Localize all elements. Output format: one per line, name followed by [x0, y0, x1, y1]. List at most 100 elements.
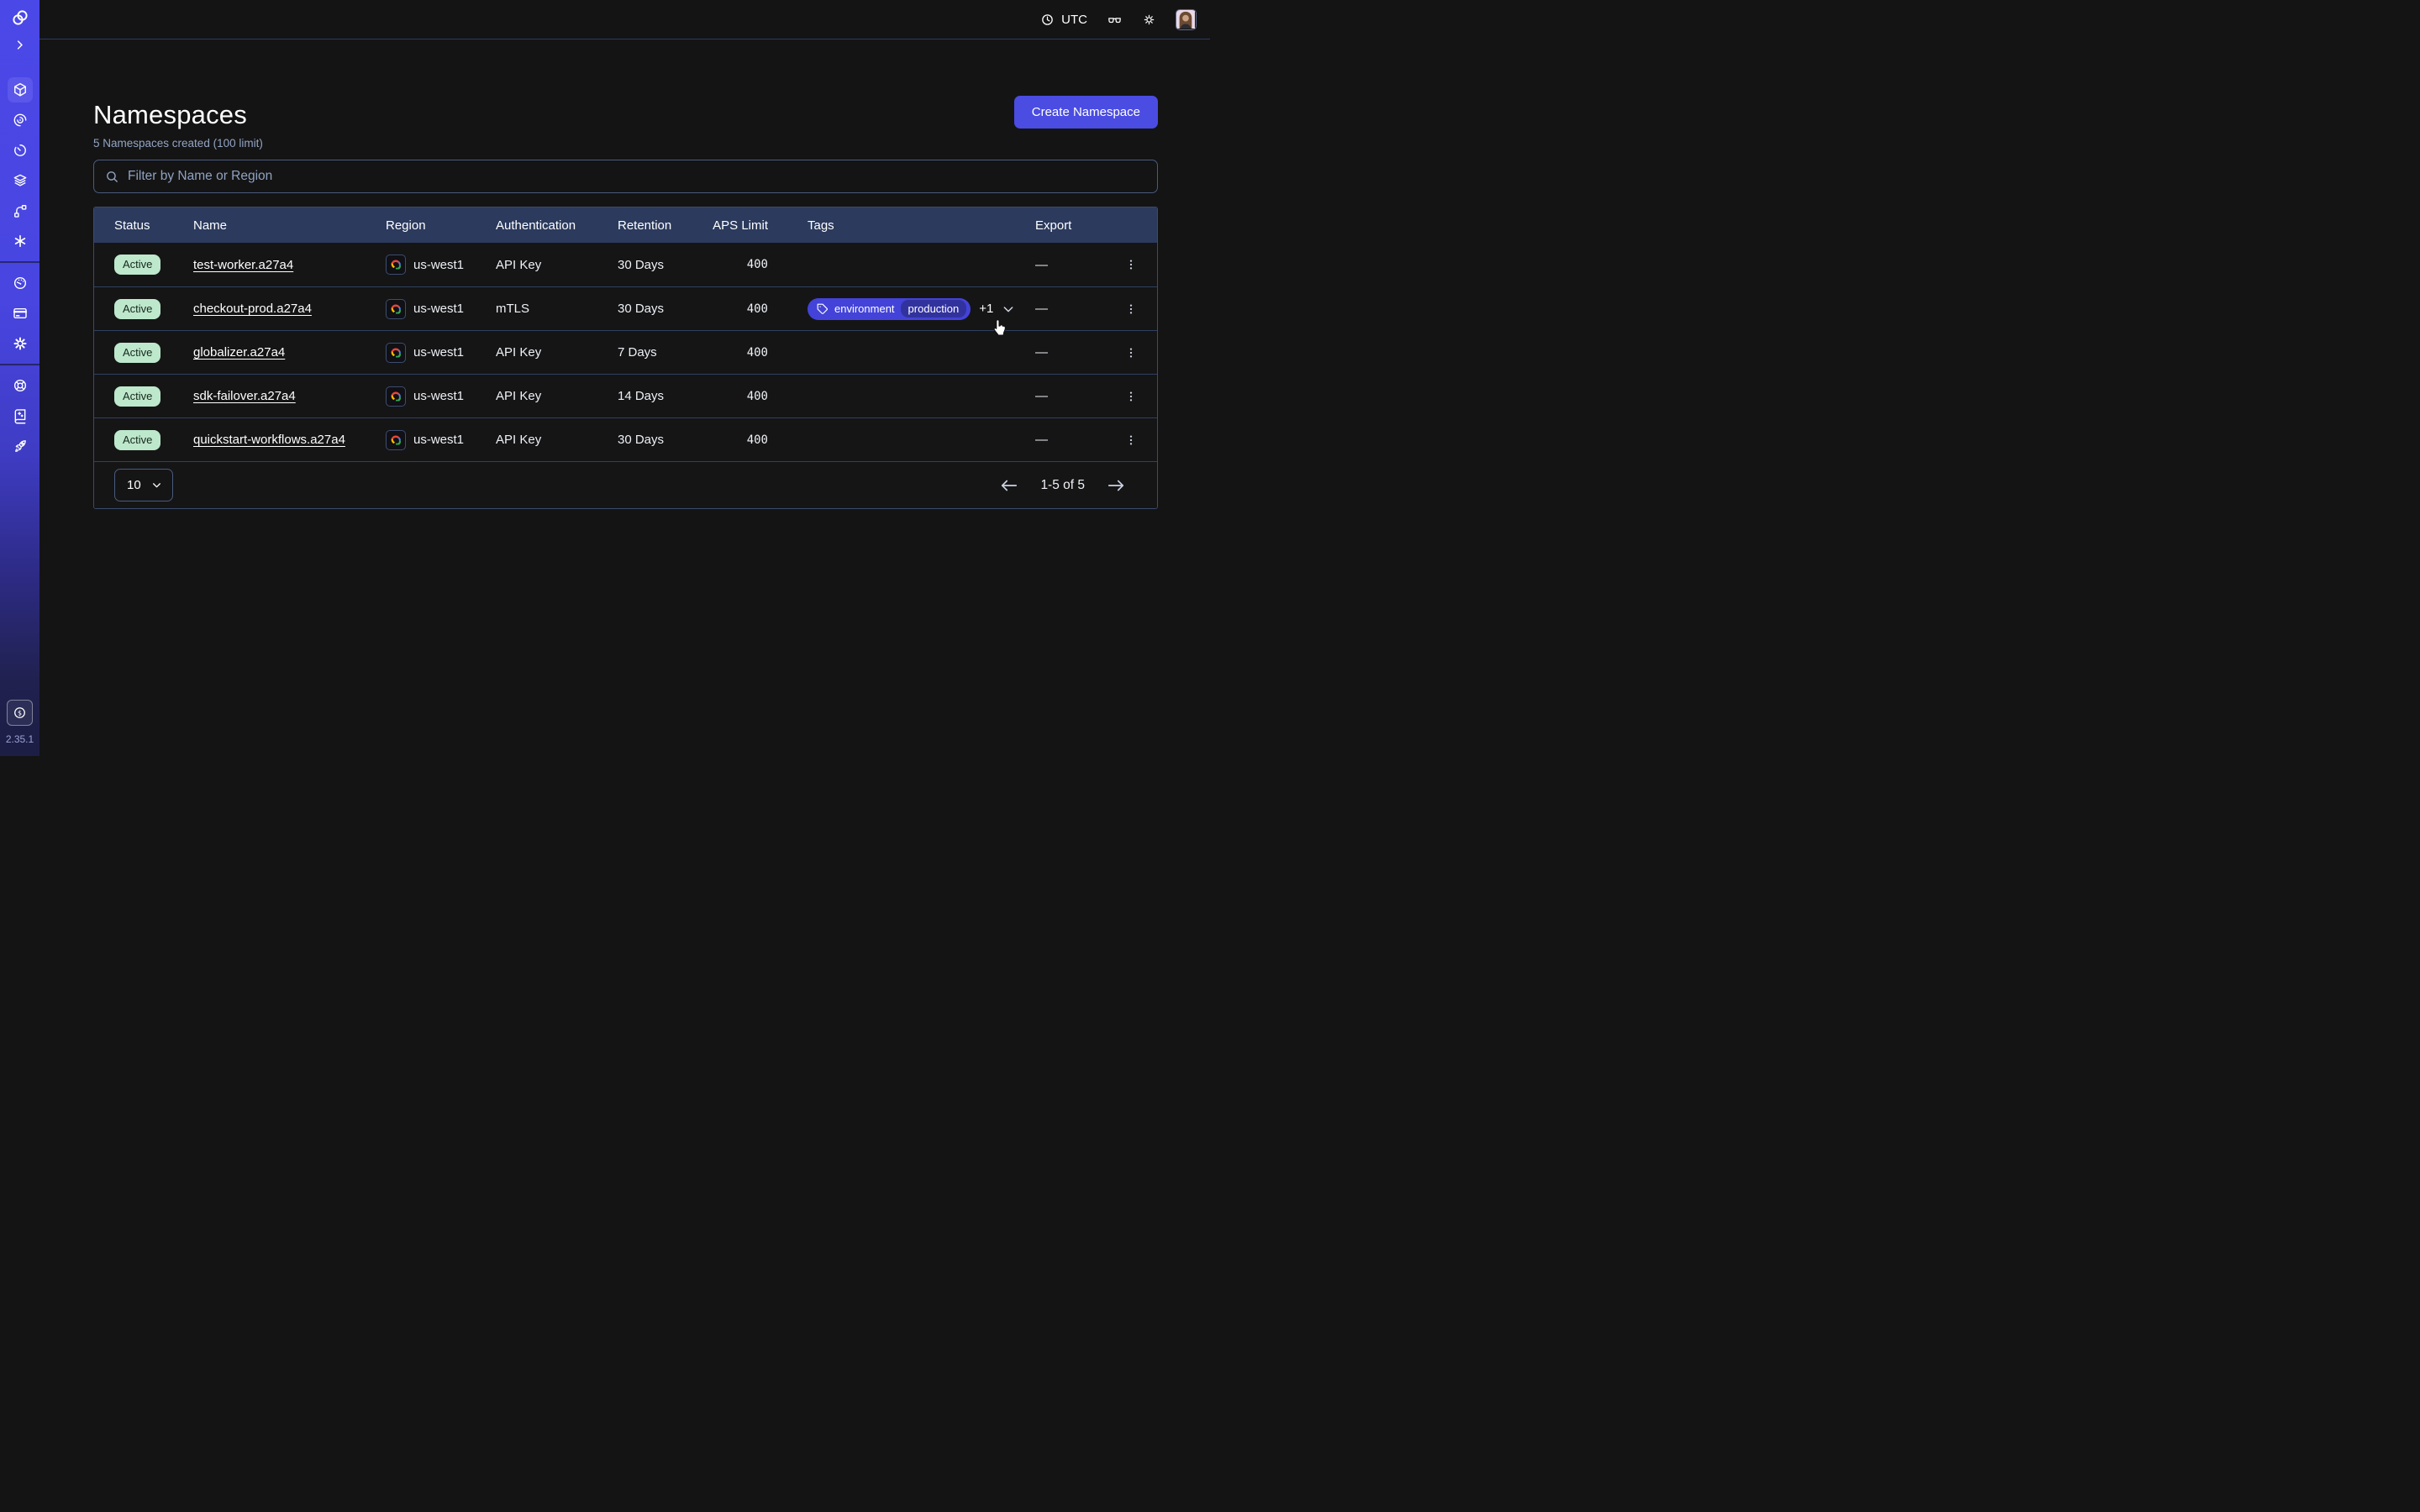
row-menu-button[interactable]	[1114, 433, 1148, 448]
region-label: us-west1	[413, 433, 464, 447]
tag-value: production	[901, 300, 967, 318]
col-status: Status	[114, 218, 193, 233]
aps-limit-cell: 400	[713, 390, 778, 403]
retention-cell: 7 Days	[618, 345, 713, 360]
tags-group: environment production +1	[808, 298, 1015, 320]
sidebar-expand-button[interactable]	[0, 29, 39, 60]
status-cell: Active	[114, 343, 193, 363]
sidebar-item-docs[interactable]	[0, 401, 39, 431]
sidebar-divider	[0, 364, 39, 365]
timezone-selector[interactable]: UTC	[1040, 13, 1087, 27]
export-cell: —	[1035, 389, 1114, 403]
arrow-right-icon	[1107, 478, 1125, 493]
export-cell: —	[1035, 258, 1114, 272]
region-label: us-west1	[413, 302, 464, 316]
svg-text:$: $	[18, 709, 22, 717]
aps-limit-cell: 400	[713, 302, 778, 316]
next-page-button[interactable]	[1107, 478, 1125, 493]
namespace-link[interactable]: globalizer.a27a4	[193, 345, 285, 360]
sidebar-item-support[interactable]	[0, 370, 39, 401]
aps-limit-cell: 400	[713, 433, 778, 447]
sidebar-item-schedules[interactable]	[0, 135, 39, 165]
page-size-select[interactable]: 10	[114, 469, 173, 501]
retention-cell: 30 Days	[618, 433, 713, 447]
row-menu-button[interactable]	[1114, 345, 1148, 360]
table-row: Active sdk-failover.a27a4 us-west1 API K…	[94, 374, 1157, 417]
gcp-logo-icon	[386, 386, 406, 407]
status-badge: Active	[114, 343, 160, 363]
region-cell: us-west1	[386, 343, 496, 363]
region-cell: us-west1	[386, 299, 496, 319]
export-cell: —	[1035, 345, 1114, 360]
sidebar-divider	[0, 261, 39, 263]
retention-cell: 14 Days	[618, 389, 713, 403]
page-range-label: 1-5 of 5	[1040, 478, 1085, 493]
previous-page-button[interactable]	[1000, 478, 1018, 493]
kebab-icon	[1124, 389, 1138, 404]
badge-dollar-icon: $	[12, 705, 28, 721]
row-menu-button[interactable]	[1114, 302, 1148, 317]
row-menu-button[interactable]	[1114, 389, 1148, 404]
gcp-logo-icon	[386, 299, 406, 319]
sidebar-item-deployments[interactable]	[0, 165, 39, 196]
tag-key: environment	[834, 302, 895, 315]
chevron-down-icon[interactable]	[1002, 302, 1015, 316]
kebab-icon	[1124, 433, 1138, 448]
sidebar-item-usage[interactable]	[0, 268, 39, 298]
sidebar-item-namespaces[interactable]	[0, 75, 39, 105]
temporal-logo[interactable]	[0, 3, 39, 33]
status-badge: Active	[114, 255, 160, 275]
col-name: Name	[193, 218, 386, 233]
sun-icon[interactable]	[1142, 13, 1156, 27]
auth-cell: API Key	[496, 433, 618, 447]
tag-chip[interactable]: environment production	[808, 298, 971, 320]
clock-icon	[1040, 13, 1055, 27]
sidebar-item-spiral[interactable]	[0, 105, 39, 135]
glasses-icon[interactable]	[1107, 12, 1123, 28]
sidebar-item-getting-started[interactable]	[0, 431, 39, 461]
timezone-label: UTC	[1061, 13, 1087, 27]
credit-card-icon	[12, 305, 29, 322]
active-item-highlight	[8, 77, 33, 102]
create-namespace-button[interactable]: Create Namespace	[1014, 96, 1158, 129]
gcp-logo-icon	[386, 430, 406, 450]
gear-icon	[12, 335, 29, 352]
status-cell: Active	[114, 299, 193, 319]
namespace-link[interactable]: checkout-prod.a27a4	[193, 302, 312, 316]
topbar: UTC	[39, 0, 1210, 39]
lifebuoy-icon	[12, 377, 29, 394]
tags-more-count: +1	[979, 302, 993, 316]
sidebar-item-batch[interactable]	[0, 196, 39, 226]
status-cell: Active	[114, 386, 193, 407]
gcp-logo-icon	[386, 255, 406, 275]
table-footer: 10 1-5 of 5	[94, 461, 1157, 508]
page-size-value: 10	[127, 478, 141, 492]
row-menu-button[interactable]	[1114, 257, 1148, 272]
usage-dollar-button[interactable]: $	[7, 700, 33, 726]
kebab-icon	[1124, 257, 1138, 272]
sidebar-item-nexus[interactable]	[0, 226, 39, 256]
avatar[interactable]	[1176, 9, 1197, 30]
sidebar-item-settings[interactable]	[0, 328, 39, 359]
tags-cell: environment production +1	[778, 298, 1035, 320]
gauge-icon	[12, 275, 29, 291]
filter-input[interactable]	[128, 169, 1146, 184]
region-label: us-west1	[413, 345, 464, 360]
aps-limit-cell: 400	[713, 346, 778, 360]
col-authentication: Authentication	[496, 218, 618, 233]
auth-cell: API Key	[496, 258, 618, 272]
namespace-link[interactable]: quickstart-workflows.a27a4	[193, 433, 345, 447]
auth-cell: API Key	[496, 389, 618, 403]
namespace-link[interactable]: test-worker.a27a4	[193, 258, 293, 272]
status-cell: Active	[114, 430, 193, 450]
filter-bar	[93, 160, 1158, 193]
auth-cell: mTLS	[496, 302, 618, 316]
table-row: Active test-worker.a27a4 us-west1 API Ke…	[94, 243, 1157, 286]
namespace-link[interactable]: sdk-failover.a27a4	[193, 389, 296, 403]
name-cell: globalizer.a27a4	[193, 345, 386, 360]
branch-icon	[12, 202, 29, 219]
col-retention: Retention	[618, 218, 713, 233]
col-region: Region	[386, 218, 496, 233]
sidebar: $ 2.35.1	[0, 0, 39, 756]
sidebar-item-billing[interactable]	[0, 298, 39, 328]
